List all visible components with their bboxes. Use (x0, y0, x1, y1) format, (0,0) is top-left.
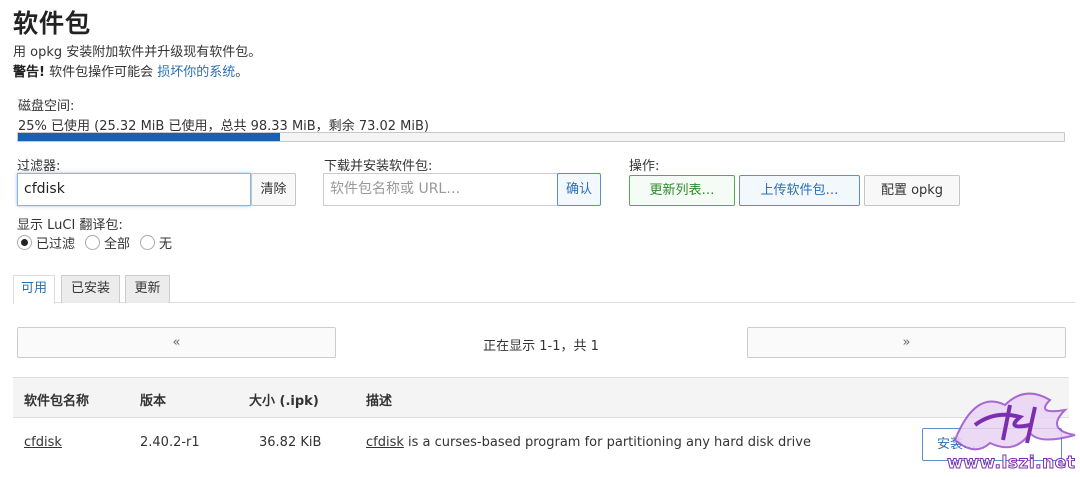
confirm-button[interactable]: 确认 (557, 173, 601, 206)
header-version: 版本 (140, 394, 167, 409)
tab-installed[interactable]: 已安装 (61, 275, 120, 303)
warning-text: 警告! 软件包操作可能会 损坏你的系统。 (13, 61, 248, 80)
radio-filtered[interactable]: 已过滤 (17, 233, 75, 252)
warning-body: 软件包操作可能会 (44, 65, 158, 80)
clear-filter-button[interactable]: 清除 (251, 173, 296, 206)
package-table: 软件包名称 版本 大小 (.ipk) 描述 cfdisk 2.40.2-r1 3… (13, 377, 1069, 470)
radio-all[interactable]: 全部 (85, 233, 130, 252)
tab-available[interactable]: 可用 (13, 275, 55, 304)
header-size: 大小 (.ipk) (249, 394, 319, 409)
radio-all-label: 全部 (104, 237, 131, 252)
package-name-link[interactable]: cfdisk (24, 435, 62, 450)
radio-filtered-dot[interactable] (17, 235, 32, 250)
warning-link[interactable]: 损坏你的系统 (157, 65, 235, 80)
actions-label: 操作: (629, 159, 660, 174)
package-description-link[interactable]: cfdisk (366, 435, 404, 450)
filter-input[interactable]: cfdisk (17, 173, 251, 206)
download-label: 下载并安装软件包: (324, 159, 433, 174)
page-description: 用 opkg 安装附加软件并升级现有软件包。 (13, 45, 262, 60)
tab-updates[interactable]: 更新 (125, 275, 170, 303)
configure-opkg-button[interactable]: 配置 opkg (864, 175, 960, 206)
table-row: cfdisk 2.40.2-r1 36.82 KiB cfdisk is a c… (13, 418, 1069, 470)
table-header: 软件包名称 版本 大小 (.ipk) 描述 (13, 377, 1069, 418)
warning-prefix: 警告! (13, 65, 45, 80)
update-lists-button[interactable]: 更新列表… (629, 175, 735, 206)
header-description: 描述 (366, 394, 393, 409)
package-url-input[interactable]: 软件包名称或 URL… (323, 173, 558, 206)
next-page-button[interactable]: » (747, 327, 1066, 358)
radio-none-dot[interactable] (140, 235, 156, 250)
disk-usage-fill (18, 133, 280, 141)
warning-suffix: 。 (235, 65, 249, 80)
radio-all-dot[interactable] (85, 235, 101, 250)
page-title: 软件包 (13, 9, 92, 38)
watermark-text: www.lszi.net (946, 453, 1076, 474)
package-tabs: 可用 已安装 更新 (13, 275, 1075, 304)
upload-package-button[interactable]: 上传软件包… (739, 175, 860, 206)
package-description-text: is a curses-based program for partitioni… (403, 435, 811, 450)
disk-space-label: 磁盘空间: (18, 99, 75, 114)
package-size: 36.82 KiB (259, 435, 322, 450)
package-version: 2.40.2-r1 (140, 435, 200, 450)
header-name: 软件包名称 (24, 394, 90, 409)
translations-label: 显示 LuCI 翻译包: (17, 218, 123, 233)
radio-filtered-label: 已过滤 (36, 237, 76, 252)
filter-label: 过滤器: (17, 159, 61, 174)
disk-usage-bar (17, 132, 1065, 142)
package-description: cfdisk is a curses-based program for par… (366, 435, 811, 450)
radio-none-label: 无 (159, 237, 173, 252)
translations-radio-group: 已过滤 全部 无 (17, 233, 182, 252)
radio-none[interactable]: 无 (140, 233, 172, 252)
